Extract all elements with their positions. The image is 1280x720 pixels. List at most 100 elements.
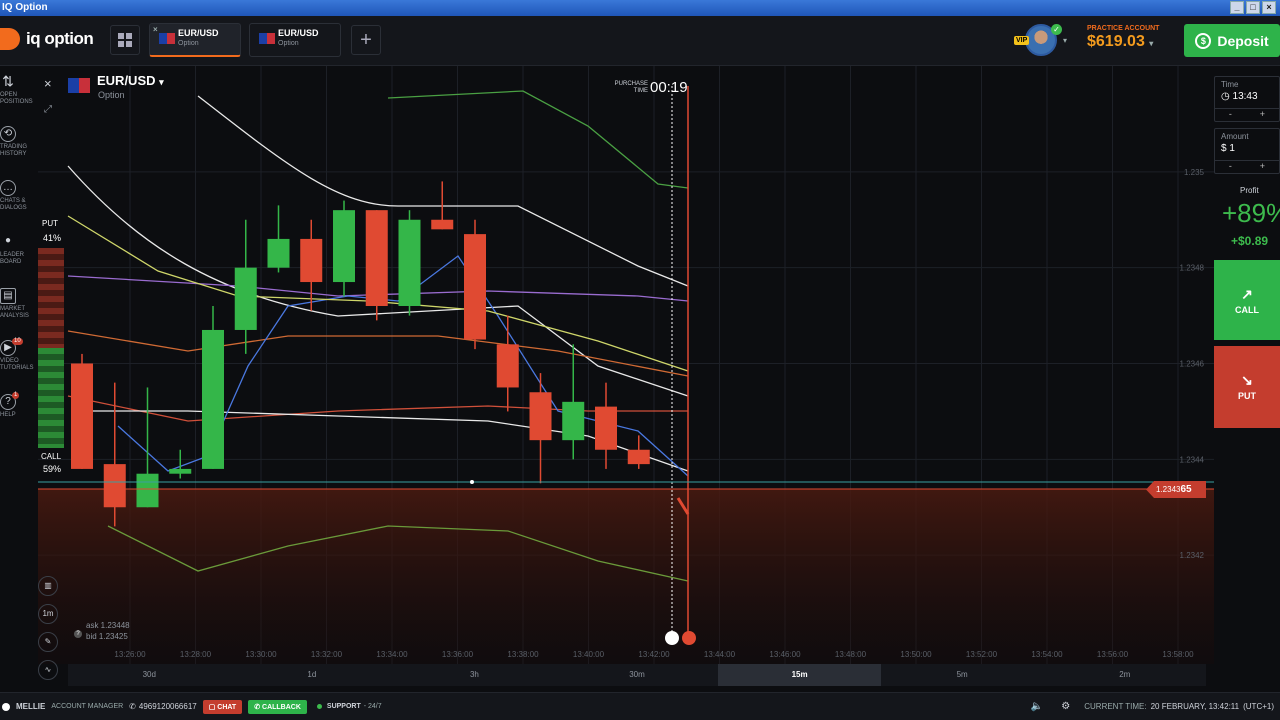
candle: [431, 219, 454, 230]
put-label: PUT: [1238, 391, 1256, 401]
asset-tab-2[interactable]: EUR/USD Option: [249, 23, 341, 57]
rail-trading-history[interactable]: ⟲ TRADING HISTORY: [0, 126, 38, 158]
x-tick-label: 13:40:00: [573, 650, 605, 659]
candle: [365, 210, 388, 306]
chat-button[interactable]: ▢ CHAT: [202, 699, 243, 714]
chart-area[interactable]: 13:26:00 13:28:00 13:30:00 13:32:00 13:34:00…: [38, 66, 1214, 664]
candle: [398, 219, 421, 306]
timeframe-15m[interactable]: 15m: [718, 664, 881, 686]
candle: [595, 406, 617, 450]
current-time: 20 FEBRUARY, 13:42:11: [1150, 702, 1240, 711]
x-tick-label: 13:44:00: [704, 650, 736, 659]
candle: [234, 267, 257, 330]
time-value: 13:43: [1232, 91, 1258, 102]
phone-number[interactable]: 4969120066617: [139, 702, 197, 711]
put-button[interactable]: ↘ PUT: [1214, 346, 1280, 428]
clock-icon: ◷: [1221, 91, 1230, 102]
rail-open-positions[interactable]: ⇅ OPEN POSITIONS: [0, 74, 38, 106]
arrows-icon: ⇅: [2, 73, 14, 89]
asset-selector[interactable]: EUR/USD ▾: [97, 73, 164, 88]
rail-video-tutorials[interactable]: ▶ VIDEO TUTORIALS 10: [0, 338, 38, 372]
x-tick-label: 13:56:00: [1097, 650, 1129, 659]
asset-sub: Option: [98, 90, 125, 100]
y-tick-label: 1.2348: [1180, 264, 1205, 273]
manager-label: ACCOUNT MANAGER: [51, 703, 124, 710]
time-minus-button[interactable]: -: [1229, 109, 1232, 119]
purchase-label: PURCHASE TIME: [614, 81, 648, 94]
indicators-icon[interactable]: ▥: [38, 576, 58, 596]
close-chart-icon[interactable]: ×: [44, 76, 58, 91]
chat-icon: ▢: [208, 703, 218, 711]
time-label: Time: [1221, 80, 1239, 89]
timeframe-3h[interactable]: 3h: [393, 664, 556, 686]
account-selector[interactable]: PRACTICE ACCOUNT $619.03 ▾: [1087, 25, 1159, 51]
draw-icon[interactable]: ✎: [38, 632, 58, 652]
grid-menu-button[interactable]: [110, 25, 140, 55]
profit-amt: +$0.89: [1231, 234, 1269, 248]
price-chart[interactable]: 13:26:00 13:28:00 13:30:00 13:32:00 13:34:00…: [38, 66, 1214, 664]
candle: [333, 210, 355, 283]
callback-button[interactable]: ✆ CALLBACK: [248, 699, 307, 714]
info-icon[interactable]: ?: [74, 630, 82, 638]
deposit-button[interactable]: $ Deposit: [1184, 24, 1280, 57]
call-label: CALL: [1235, 305, 1259, 315]
rail-chats[interactable]: … CHATS & DIALOGS: [0, 180, 38, 212]
y-tick-label: 1.2342: [1180, 551, 1205, 560]
call-sentiment-pct: 59%: [43, 464, 62, 474]
put-sentiment-pct: 41%: [43, 233, 62, 243]
leader-icon: ●: [4, 235, 12, 246]
mute-icon[interactable]: 🔈: [1031, 701, 1043, 712]
timeframe-1d[interactable]: 1d: [231, 664, 394, 686]
candle: [267, 238, 290, 268]
time-field[interactable]: Time ◷ 13:43 - +: [1214, 76, 1280, 122]
amount-field[interactable]: Amount $ 1 - +: [1214, 128, 1280, 174]
account-balance: $619.03: [1087, 33, 1145, 50]
put-zone: [38, 489, 1214, 664]
amount-minus-button[interactable]: -: [1229, 161, 1232, 171]
rail-leader-board[interactable]: ● LEADER BOARD: [0, 234, 38, 266]
call-chart-icon: ↗: [1241, 286, 1253, 302]
asset-tab-1[interactable]: × EUR/USD Option: [149, 23, 241, 57]
support-link[interactable]: SUPPORT: [327, 703, 361, 710]
call-button[interactable]: ↗ CALL: [1214, 260, 1280, 340]
close-button[interactable]: ×: [1262, 1, 1276, 14]
callback-label: CALLBACK: [262, 703, 301, 711]
y-tick-label: 1.2344: [1180, 455, 1205, 464]
phone-icon: ✆: [254, 703, 263, 711]
candle: [562, 401, 585, 441]
logo-text: iq option: [26, 29, 94, 48]
logo[interactable]: iq option: [0, 28, 94, 50]
tab-label: EUR/USD: [178, 28, 219, 38]
y-tick-label: 1.235: [1184, 168, 1205, 177]
gear-icon[interactable]: ⚙: [1061, 701, 1070, 712]
y-tick-label: 1.2346: [1180, 360, 1205, 369]
minimize-button[interactable]: _: [1230, 1, 1244, 14]
asset-name: EUR/USD: [97, 73, 156, 88]
chart-type-icon[interactable]: ∿: [38, 660, 58, 680]
chat-icon: …: [0, 180, 16, 196]
time-plus-button[interactable]: +: [1260, 109, 1265, 119]
timeframe-30d[interactable]: 30d: [68, 664, 231, 686]
amount-plus-button[interactable]: +: [1260, 161, 1265, 171]
timeframe-button[interactable]: 1m: [38, 604, 58, 624]
chart-tools: ▥ 1m ✎ ∿: [38, 576, 62, 688]
timeframe-2m[interactable]: 2m: [1043, 664, 1206, 686]
rail-help[interactable]: ? HELP 1: [0, 392, 38, 419]
x-tick-label: 13:52:00: [966, 650, 998, 659]
close-tab-icon[interactable]: ×: [153, 25, 158, 34]
x-tick-label: 13:58:00: [1162, 650, 1194, 659]
add-tab-button[interactable]: +: [351, 25, 381, 55]
price-tag-bold: 65: [1180, 484, 1192, 495]
timeframe-5m[interactable]: 5m: [881, 664, 1044, 686]
x-tick-label: 13:30:00: [245, 650, 277, 659]
x-tick-label: 13:54:00: [1031, 650, 1063, 659]
maximize-button[interactable]: □: [1246, 1, 1260, 14]
amount-value[interactable]: $ 1: [1221, 143, 1273, 154]
rail-label: CHATS & DIALOGS: [0, 198, 27, 211]
avatar-dropdown-icon[interactable]: ▾: [1063, 36, 1067, 45]
candle: [202, 329, 224, 469]
timeframe-30m[interactable]: 30m: [556, 664, 719, 686]
account-label: PRACTICE ACCOUNT: [1087, 25, 1160, 32]
rail-market-analysis[interactable]: ▤ MARKET ANALYSIS: [0, 288, 38, 320]
expand-icon[interactable]: ⤢: [44, 104, 58, 118]
